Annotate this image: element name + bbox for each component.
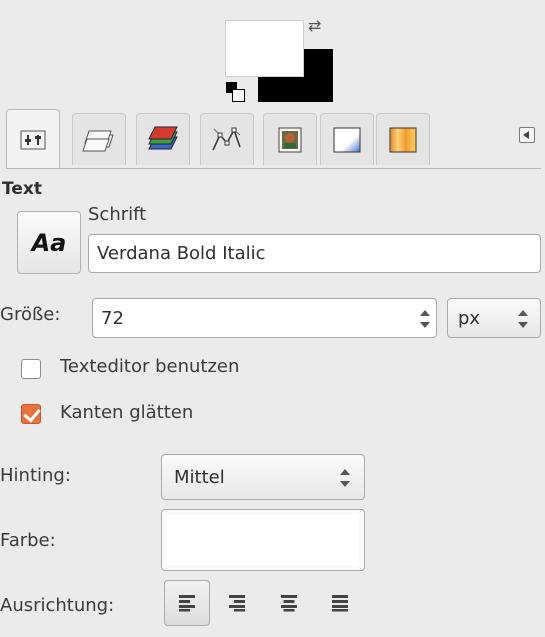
- size-field[interactable]: 72: [92, 298, 437, 338]
- tab-divider: [6, 168, 541, 169]
- unit-dropdown[interactable]: px: [447, 298, 541, 338]
- align-right-icon: [229, 595, 245, 612]
- gradient-white-icon: [333, 127, 361, 152]
- align-fill-icon: [332, 595, 348, 612]
- font-field[interactable]: Verdana Bold Italic: [88, 234, 541, 273]
- panel-title: Text: [2, 179, 42, 199]
- channels-icon: [148, 126, 178, 149]
- font-preview-label: Aa: [31, 228, 67, 257]
- foreground-color-swatch[interactable]: [225, 20, 304, 77]
- use-editor-label: Texteditor benutzen: [60, 356, 240, 377]
- tab-layers[interactable]: [72, 113, 126, 165]
- swap-colors-icon[interactable]: ⇄: [308, 16, 321, 35]
- use-editor-checkbox[interactable]: [21, 359, 41, 379]
- antialias-label: Kanten glätten: [60, 402, 194, 423]
- tab-palettes[interactable]: [376, 113, 430, 165]
- paths-icon: [212, 127, 241, 150]
- color-label: Farbe:: [0, 530, 56, 551]
- image-thumbnail-icon: [278, 127, 302, 152]
- hinting-value: Mittel: [174, 466, 225, 488]
- default-colors-icon[interactable]: [226, 82, 246, 102]
- tab-tool-options[interactable]: [6, 109, 60, 169]
- size-spinner-icon[interactable]: [420, 308, 430, 330]
- tab-image[interactable]: [263, 113, 317, 165]
- text-color-button[interactable]: [161, 509, 365, 571]
- antialias-checkbox[interactable]: [21, 404, 41, 424]
- tab-gradients[interactable]: [320, 113, 374, 165]
- tab-channels[interactable]: [136, 113, 190, 165]
- tab-paths[interactable]: [200, 113, 254, 165]
- layers-icon: [82, 130, 114, 151]
- justify-center-button[interactable]: [266, 580, 312, 626]
- size-label: Größe:: [0, 304, 61, 325]
- dock-tabs: [6, 109, 541, 169]
- hinting-dropdown[interactable]: Mittel: [161, 454, 365, 500]
- gradient-orange-icon: [389, 127, 417, 152]
- align-center-icon: [281, 595, 297, 612]
- justify-left-button[interactable]: [164, 580, 210, 626]
- size-field-value: 72: [101, 307, 124, 329]
- font-field-value: Verdana Bold Italic: [97, 243, 266, 264]
- justify-fill-button[interactable]: [317, 580, 363, 626]
- hinting-chevron-icon: [340, 467, 350, 489]
- tool-options-icon: [20, 130, 46, 149]
- hinting-label: Hinting:: [0, 465, 71, 486]
- justify-label: Ausrichtung:: [0, 595, 115, 616]
- unit-chevron-icon: [518, 308, 528, 330]
- text-color-swatch: [167, 515, 359, 565]
- tab-menu-icon[interactable]: [519, 127, 535, 143]
- justify-right-button[interactable]: [214, 580, 260, 626]
- font-preview-button[interactable]: Aa: [17, 211, 81, 274]
- align-left-icon: [179, 595, 195, 612]
- font-label: Schrift: [88, 204, 147, 225]
- unit-value: px: [458, 307, 481, 329]
